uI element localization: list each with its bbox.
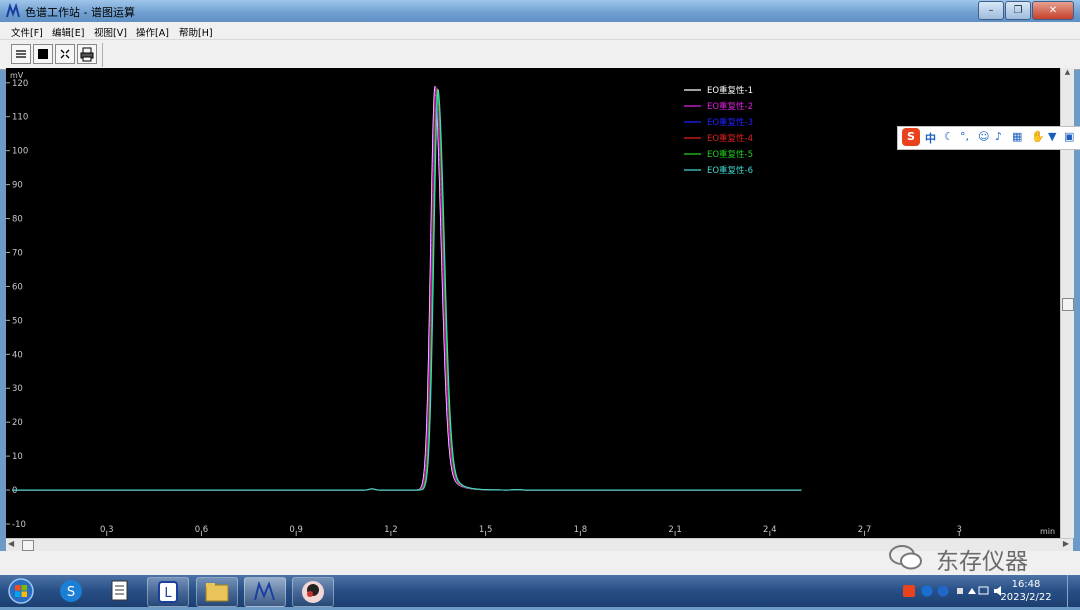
svg-text:S: S [67, 585, 75, 600]
toolbar [0, 39, 1080, 70]
wechat-icon [889, 545, 922, 570]
smile-icon[interactable]: ☺ [978, 130, 989, 143]
y-tick-label: 30 [12, 384, 23, 394]
y-tick-label: 50 [12, 316, 23, 326]
moon-icon[interactable]: ☾ [944, 130, 954, 143]
window-title: 色谱工作站 - 谱图运算 [25, 6, 135, 19]
shirt-icon[interactable]: ▼ [1048, 130, 1056, 143]
system-clock[interactable]: 16:48 2023/2/22 [996, 578, 1056, 604]
watermark: 东存仪器 [886, 540, 1056, 575]
restore-button[interactable]: ❐ [1005, 1, 1031, 20]
legend-entry: EO重复性-1 [707, 85, 753, 96]
legend-entry: EO重复性-5 [707, 149, 753, 160]
close-button[interactable]: ✕ [1032, 1, 1074, 20]
sogou-logo-icon: S [902, 128, 920, 146]
hand-icon[interactable]: ✋ [1031, 130, 1045, 143]
series-line [12, 86, 802, 491]
x-tick-label: 2.4 [763, 525, 777, 535]
y-tick-label: 110 [12, 113, 28, 123]
fit-zoom-icon[interactable] [55, 44, 75, 64]
series-line [12, 88, 802, 491]
ime-mode-label[interactable]: 中 [925, 130, 936, 146]
show-desktop-button[interactable] [1067, 575, 1080, 607]
menu-view[interactable]: 视图[V] [94, 25, 127, 39]
series-line [12, 89, 802, 491]
vertical-scroll-thumb[interactable] [1062, 298, 1074, 311]
y-tick-label: 90 [12, 181, 23, 191]
y-tick-label: 120 [12, 79, 28, 89]
clock-date: 2023/2/22 [1000, 592, 1052, 603]
y-tick-label: 70 [12, 248, 23, 258]
legend-entry: EO重复性-6 [707, 165, 753, 176]
taskbar: S L 16:48 2023/2/22 [0, 575, 1080, 607]
y-tick-label: 40 [12, 350, 23, 360]
x-tick-label: 1.5 [479, 525, 493, 535]
punctuation-icon[interactable]: °, [960, 130, 969, 143]
x-tick-label: 2.7 [858, 525, 872, 535]
clock-time: 16:48 [1011, 579, 1041, 590]
title-bar: 色谱工作站 - 谱图运算 – ❐ ✕ [0, 0, 1080, 22]
notepad-icon[interactable] [100, 577, 140, 605]
menu-action[interactable]: 操作[A] [136, 25, 169, 39]
ime-toolbar[interactable]: S 中 ☾ °, ☺ ♪ ▦ ✋ ▼ ▣ [897, 126, 1080, 150]
y-tick-label: 100 [12, 147, 28, 157]
y-tick-label: 60 [12, 282, 23, 292]
grid-icon[interactable]: ▣ [1064, 130, 1074, 143]
sogou-browser-icon[interactable]: S [52, 577, 92, 605]
x-axis-label: min [1040, 527, 1055, 536]
toolbar-separator [102, 43, 103, 67]
legend-entry: EO重复性-4 [707, 133, 753, 144]
y-tick-label: 80 [12, 215, 23, 225]
list-icon[interactable] [11, 44, 31, 64]
series-line [12, 86, 802, 491]
x-tick-label: 0.6 [195, 525, 209, 535]
app-logo-icon [6, 3, 20, 18]
x-tick-label: 0.3 [100, 525, 114, 535]
x-tick-label: 2.1 [668, 525, 682, 535]
legend-entry: EO重复性-3 [707, 117, 753, 128]
menu-file[interactable]: 文件[F] [11, 25, 43, 39]
watermark-text: 东存仪器 [936, 549, 1028, 575]
y-tick-label: 0 [12, 486, 17, 496]
y-tick-label: 20 [12, 418, 23, 428]
start-orb-icon[interactable] [2, 577, 40, 605]
print-icon[interactable] [77, 44, 97, 64]
horizontal-scroll-thumb[interactable] [22, 540, 34, 551]
mic-icon[interactable]: ♪ [995, 130, 1002, 143]
avatar-app-icon[interactable] [292, 577, 334, 607]
y-tick-label: 10 [12, 452, 23, 462]
lock-app-icon[interactable]: L [147, 577, 189, 607]
minimize-button[interactable]: – [978, 1, 1004, 20]
x-tick-label: 3 [957, 525, 962, 535]
menu-edit[interactable]: 编辑[E] [52, 25, 84, 39]
menu-help[interactable]: 帮助[H] [179, 25, 213, 39]
x-tick-label: 1.8 [574, 525, 588, 535]
keyboard-icon[interactable]: ▦ [1012, 130, 1022, 143]
x-tick-label: 0.9 [289, 525, 303, 535]
chromatography-app-icon[interactable] [244, 577, 286, 607]
series-line [12, 88, 802, 491]
series-line [12, 87, 802, 491]
legend-entry: EO重复性-2 [707, 101, 753, 112]
menu-bar: 文件[F] 编辑[E] 视图[V] 操作[A] 帮助[H] [0, 22, 1080, 39]
folder-icon[interactable] [196, 577, 238, 607]
stop-square-icon[interactable] [33, 44, 53, 64]
y-tick-label: -10 [12, 520, 26, 530]
svg-text:L: L [164, 586, 172, 601]
x-tick-label: 1.2 [384, 525, 398, 535]
